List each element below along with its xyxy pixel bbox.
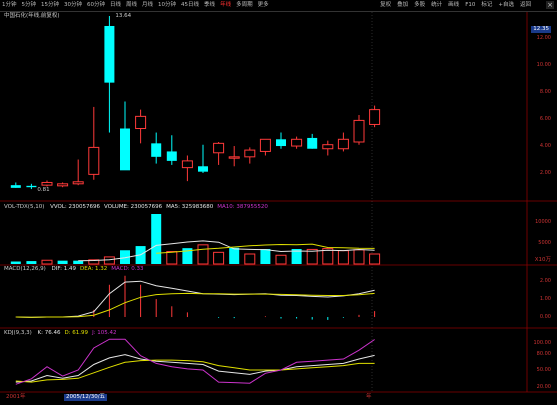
candle-body	[276, 139, 286, 147]
kdj-value: J: 105.42	[92, 330, 117, 336]
kdj-value: K: 76.46	[37, 330, 61, 336]
candle-body	[353, 119, 365, 143]
kdj-tick-label: 20.00	[536, 383, 551, 390]
price-tick-label: 2.00	[539, 170, 551, 177]
volume-bar	[260, 249, 271, 264]
volume-tick-label: 5000	[538, 240, 551, 247]
kdj-k-line	[15, 354, 375, 383]
candle-body	[369, 109, 381, 125]
volume-bar	[197, 244, 209, 265]
candle-body	[244, 149, 256, 158]
volume-bar	[166, 251, 178, 265]
volume-bar	[26, 261, 37, 264]
macd-tick-label: 1.00	[539, 296, 551, 303]
candle-body	[41, 181, 53, 186]
volume-bar	[369, 253, 381, 265]
volume-indicator-name: VOL-TDX(5,10)	[4, 204, 45, 210]
candle-body	[259, 138, 271, 152]
kdj-indicator-name: KDJ(9,3,3)	[4, 330, 32, 336]
kdj-tick-label: 80.00	[536, 350, 551, 357]
kline-chart[interactable]	[0, 0, 557, 405]
volume-unit: X10万	[534, 257, 551, 263]
candle-body	[104, 25, 115, 83]
current-price-label: 12.35	[531, 26, 551, 33]
candle-body	[57, 183, 69, 187]
volume-bar	[151, 214, 162, 264]
macd-value: MACD: 0.33	[111, 266, 144, 272]
kdj-value: D: 61.99	[64, 330, 89, 336]
macd-indicator-name: MACD(12,26,9)	[4, 266, 46, 272]
vol-value: VVOL: 230057696	[50, 204, 101, 210]
low-price-marker: 0.81	[37, 187, 50, 194]
price-tick-label: 8.00	[539, 89, 551, 96]
volume-tick-label: 10000	[535, 219, 551, 226]
vol-value: MA10: 387955520	[217, 204, 268, 210]
candle-body	[135, 115, 147, 130]
vol-value: VOLUME: 230057696	[104, 204, 163, 210]
candle-body	[166, 151, 177, 161]
timeline-start: 2001年	[6, 394, 26, 400]
candle-body	[151, 143, 162, 157]
candle-body	[291, 138, 303, 147]
vol-value: MA5: 325983680	[166, 204, 214, 210]
macd-tick-label: 2.00	[539, 278, 551, 285]
kdj-tick-label: 100.00	[533, 339, 552, 346]
stock-title: 中国石化(年线,前复权)	[4, 13, 60, 19]
macd-value: DEA: 1.32	[79, 266, 108, 272]
candle-body	[120, 128, 130, 171]
timeline-cursor: 2005/12/30/五	[64, 394, 108, 401]
volume-bar	[229, 247, 240, 264]
candle-body	[198, 166, 208, 172]
candle-body	[181, 160, 193, 169]
candle-body	[26, 185, 37, 188]
macd-dif-line	[15, 280, 375, 318]
candle-body	[228, 156, 240, 159]
volume-bar	[103, 256, 115, 265]
price-tick-label: 12.00	[536, 35, 551, 42]
candle-body	[307, 137, 318, 149]
macd-tick-label: 0.00	[539, 314, 551, 321]
candle-body	[322, 144, 334, 150]
kdj-d-line	[15, 359, 375, 383]
volume-bar	[57, 260, 68, 264]
high-price-marker: 13.64	[115, 13, 132, 19]
price-tick-label: 10.00	[536, 62, 551, 69]
macd-value: DIF: 1.49	[51, 266, 76, 272]
volume-bar	[337, 250, 349, 265]
volume-header: VOL-TDX(5,10) VVOL: 230057696 VOLUME: 230…	[4, 204, 268, 211]
macd-header: MACD(12,26,9) DIF: 1.49 DEA: 1.32 MACD: 0.…	[4, 266, 144, 273]
volume-bar	[41, 259, 53, 265]
volume-bar	[275, 254, 287, 265]
volume-bar	[213, 251, 225, 265]
candle-body	[213, 142, 225, 154]
candle-body	[88, 146, 100, 175]
price-tick-label: 4.00	[539, 143, 551, 150]
candle-body	[72, 181, 84, 185]
price-tick-label: 6.00	[539, 116, 551, 123]
volume-bar	[10, 261, 21, 264]
candle-body	[10, 185, 21, 188]
kdj-tick-label: 50.00	[536, 367, 551, 373]
timeline-end-marker: 年	[366, 394, 372, 400]
volume-bar	[244, 253, 256, 265]
candle-body	[337, 138, 349, 150]
kdj-header: KDJ(9,3,3) K: 76.46 D: 61.99 J: 105.42	[4, 330, 117, 337]
volume-bar	[353, 249, 365, 265]
